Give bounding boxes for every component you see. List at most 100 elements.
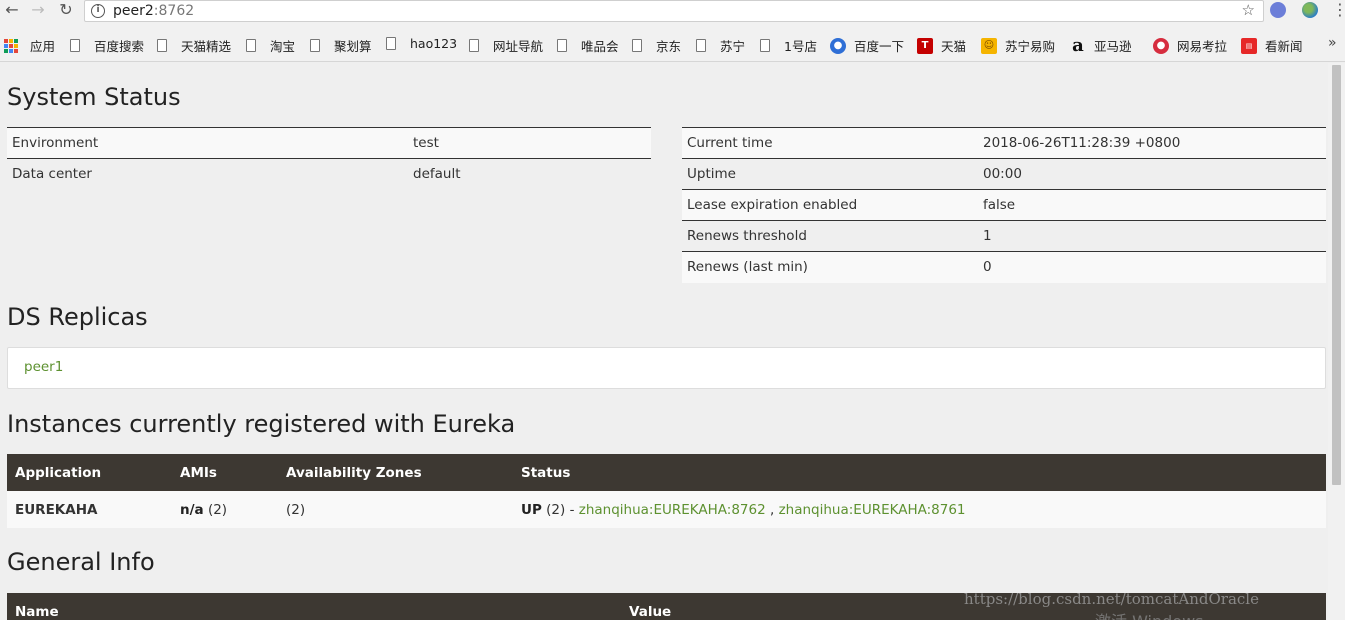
status-key: Current time: [682, 127, 978, 159]
scrollbar-thumb[interactable]: [1332, 65, 1341, 485]
bookmark-label: 看新闻: [1265, 39, 1303, 54]
bookmark-label: 苏宁易购: [1005, 39, 1056, 54]
apps-grid-icon: [4, 38, 18, 53]
column-header: AMIs: [172, 454, 278, 491]
bookmark-item[interactable]: 1号店: [760, 36, 817, 55]
status-value: 0: [978, 251, 1326, 283]
amazon-icon: a: [1072, 34, 1084, 56]
bookmark-item[interactable]: 唯品会: [557, 36, 619, 55]
bookmark-item[interactable]: ● 网易考拉: [1153, 36, 1227, 55]
bookmark-label: 百度搜索: [94, 39, 145, 54]
bookmark-label: 聚划算: [334, 39, 372, 54]
address-bar[interactable]: i peer2:8762 ☆: [84, 0, 1264, 22]
toutiao-icon: ▤: [1241, 37, 1257, 54]
bookmark-item[interactable]: 聚划算: [310, 36, 372, 55]
instance-link[interactable]: zhanqihua:EUREKAHA:8762: [579, 502, 766, 518]
bookmark-item[interactable]: 苏宁: [696, 36, 745, 55]
status-key: Renews threshold: [682, 220, 978, 252]
bookmark-item[interactable]: ● 百度一下: [830, 36, 904, 55]
system-status-heading: System Status: [7, 83, 181, 111]
bookmark-item[interactable]: hao123: [386, 36, 457, 51]
bookmark-star-icon[interactable]: ☆: [1242, 1, 1255, 19]
table-row: Current time 2018-06-26T11:28:39 +0800: [682, 127, 1326, 159]
page-icon: [469, 39, 479, 52]
link-separator: ,: [765, 501, 779, 518]
info-icon[interactable]: i: [91, 4, 105, 18]
page-icon: [386, 37, 396, 50]
bookmark-item[interactable]: ☺ 苏宁易购: [981, 36, 1055, 55]
bookmark-label: 京东: [656, 39, 682, 54]
menu-dots-icon[interactable]: ⋮: [1332, 0, 1345, 19]
application-cell: EUREKAHA: [7, 491, 172, 528]
forward-arrow-icon[interactable]: →: [28, 1, 48, 21]
page-scrollbar[interactable]: [1328, 63, 1345, 620]
bookmark-item[interactable]: 天猫精选: [157, 36, 231, 55]
table-header-row: Application AMIs Availability Zones Stat…: [7, 454, 1326, 491]
table-row: Environment test: [7, 127, 651, 159]
zones-cell: (2): [278, 491, 513, 528]
page-icon: [632, 39, 642, 52]
table-row: Renews threshold 1: [682, 220, 1326, 252]
page-icon: [557, 39, 567, 52]
bookmark-item[interactable]: 京东: [632, 36, 681, 55]
url-port: :8762: [153, 3, 195, 19]
table-row: Data center default: [7, 158, 651, 190]
instance-link[interactable]: zhanqihua:EUREKAHA:8761: [779, 502, 966, 518]
bookmark-label: 天猫: [941, 39, 967, 54]
bookmark-label: 应用: [30, 39, 56, 54]
bookmark-label: 天猫精选: [181, 39, 232, 54]
status-up: UP: [521, 501, 542, 518]
activate-windows-text: 激活 Windows: [1095, 608, 1204, 620]
status-value: 2018-06-26T11:28:39 +0800: [978, 127, 1326, 159]
page-icon: [696, 39, 706, 52]
table-row: Renews (last min) 0: [682, 251, 1326, 283]
status-value: 00:00: [978, 158, 1326, 190]
status-value: default: [408, 158, 651, 190]
page-icon: [70, 39, 80, 52]
globe-extension-icon[interactable]: [1302, 2, 1318, 18]
replicas-panel: peer1: [7, 347, 1326, 389]
bookmark-apps[interactable]: 应用: [4, 36, 55, 55]
amis-count: (2): [203, 501, 228, 518]
column-header: Name: [7, 593, 621, 620]
bookmark-label: 1号店: [784, 39, 817, 54]
status-value: 1: [978, 220, 1326, 252]
bookmark-item[interactable]: T 天猫: [917, 36, 966, 55]
status-cell: UP (2) - zhanqihua:EUREKAHA:8762 , zhanq…: [513, 491, 1326, 528]
system-status-right-table: Current time 2018-06-26T11:28:39 +0800 U…: [682, 127, 1326, 283]
kaola-icon: ●: [1153, 37, 1169, 54]
column-header: Application: [7, 454, 172, 491]
bookmark-label: 亚马逊: [1094, 39, 1132, 54]
url-text[interactable]: peer2:8762: [113, 3, 194, 19]
bookmark-item[interactable]: ▤ 看新闻: [1241, 36, 1303, 55]
page-icon: [157, 39, 167, 52]
status-value: test: [408, 127, 651, 159]
bookmark-label: hao123: [410, 36, 458, 51]
bookmark-label: 唯品会: [581, 39, 619, 54]
browser-chrome: ← → ↻ i peer2:8762 ☆ ⋮ 应用 百度搜索 天猫精选 淘宝 聚…: [0, 0, 1345, 62]
status-count: (2) -: [541, 501, 579, 518]
status-key: Renews (last min): [682, 251, 978, 283]
bookmark-item[interactable]: 百度搜索: [70, 36, 144, 55]
status-key: Data center: [7, 158, 408, 190]
page-icon: [760, 39, 770, 52]
reload-icon[interactable]: ↻: [56, 1, 76, 21]
general-info-heading: General Info: [7, 548, 155, 576]
back-arrow-icon[interactable]: ←: [2, 1, 22, 21]
page-icon: [310, 39, 320, 52]
bookmark-label: 淘宝: [270, 39, 296, 54]
bookmark-item[interactable]: 网址导航: [469, 36, 543, 55]
ds-replicas-heading: DS Replicas: [7, 303, 148, 331]
replica-link[interactable]: peer1: [24, 359, 63, 375]
amis-value: n/a: [180, 501, 204, 518]
table-row: Uptime 00:00: [682, 158, 1326, 190]
bookmark-item[interactable]: a 亚马逊: [1070, 34, 1132, 56]
column-header: Availability Zones: [278, 454, 513, 491]
baidu-paw-icon: ●: [830, 37, 846, 54]
bookmark-item[interactable]: 淘宝: [246, 36, 295, 55]
amis-cell: n/a (2): [172, 491, 278, 528]
bookmark-label: 苏宁: [720, 39, 746, 54]
extension-r-icon[interactable]: [1270, 2, 1286, 18]
page-icon: [246, 39, 256, 52]
more-bookmarks-icon[interactable]: »: [1328, 35, 1337, 51]
